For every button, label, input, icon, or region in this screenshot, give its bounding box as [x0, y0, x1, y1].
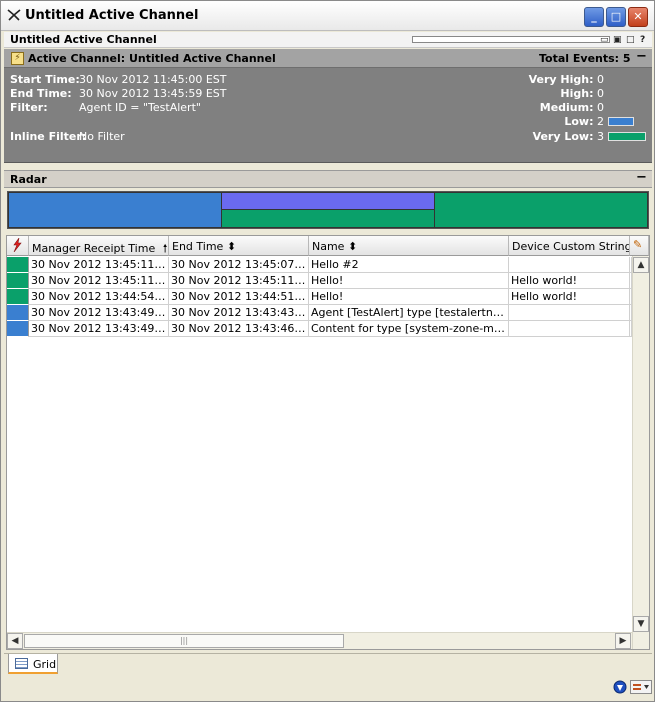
- column-header-device-custom-string1[interactable]: Device Custom String1: [509, 236, 630, 256]
- view-title: Untitled Active Channel: [10, 33, 157, 46]
- severity-very-low: Very Low: 3: [532, 130, 604, 143]
- table-cell-receipt[interactable]: 30 Nov 2012 13:45:11 EST: [29, 257, 169, 273]
- end-time-label: End Time:: [10, 87, 72, 100]
- tab-grid[interactable]: Grid: [8, 654, 58, 674]
- close-button[interactable]: ✕: [628, 7, 648, 27]
- scroll-up-arrow-icon[interactable]: ▲: [633, 257, 649, 273]
- channel-heading: Active Channel: Untitled Active Channel: [28, 52, 276, 65]
- severity-column-header[interactable]: [7, 236, 29, 256]
- severity-very-high: Very High: 0: [528, 73, 604, 86]
- table-cell-receipt[interactable]: 30 Nov 2012 13:44:54 EST: [29, 289, 169, 305]
- scroll-right-arrow-icon[interactable]: ▶: [615, 633, 631, 649]
- table-cell-end[interactable]: 30 Nov 2012 13:43:46 EST: [169, 321, 309, 337]
- severity-indicator[interactable]: [7, 305, 29, 321]
- radar-title: Radar: [10, 173, 47, 186]
- help-icon[interactable]: ?: [640, 35, 645, 45]
- tab-label: Grid: [33, 658, 57, 671]
- filter-label: Filter:: [10, 101, 48, 114]
- table-cell-name[interactable]: Content for type [system-zone-mappi...: [309, 321, 509, 337]
- priority-icon: [11, 237, 23, 255]
- shield-status-icon[interactable]: [613, 680, 627, 694]
- table-cell-end[interactable]: 30 Nov 2012 13:45:07 EST: [169, 257, 309, 273]
- sort-toggle-icon: ⬍: [347, 240, 358, 253]
- severity-indicator[interactable]: [7, 289, 29, 305]
- severity-low: Low: 2: [564, 115, 604, 128]
- minimize-button[interactable]: _: [584, 7, 604, 27]
- scroll-down-arrow-icon[interactable]: ▼: [633, 616, 649, 632]
- table-cell-custom[interactable]: Hello world!: [509, 273, 630, 289]
- table-cell-receipt[interactable]: 30 Nov 2012 13:43:49 EST: [29, 321, 169, 337]
- maximize-button[interactable]: □: [606, 7, 626, 27]
- table-cell-name[interactable]: Hello!: [309, 273, 509, 289]
- channel-summary-panel: ⚡ Active Channel: Untitled Active Channe…: [4, 49, 652, 163]
- column-header-manager-receipt-time[interactable]: Manager Receipt Time 🠕 1: [29, 236, 169, 256]
- start-time-label: Start Time:: [10, 73, 80, 86]
- window-title: Untitled Active Channel: [25, 8, 199, 23]
- maximize-view-icon[interactable]: □: [626, 35, 635, 45]
- close-icon: ✕: [633, 10, 643, 23]
- filter-value: Agent ID = "TestAlert": [79, 101, 201, 114]
- table-cell-name[interactable]: Hello!: [309, 289, 509, 305]
- collapse-summary-button[interactable]: −: [636, 49, 647, 64]
- column-label: End Time: [172, 240, 224, 253]
- minimize-icon: _: [591, 10, 597, 23]
- column-label: Device Custom String1: [512, 240, 630, 253]
- severity-indicator[interactable]: [7, 273, 29, 289]
- horizontal-scrollbar[interactable]: ◀ ||| ▶: [7, 632, 632, 649]
- view-header: Untitled Active Channel ▭ ▣ □ ?: [4, 32, 652, 48]
- table-cell-name[interactable]: Hello #2: [309, 257, 509, 273]
- severity-low-swatch: [608, 117, 634, 126]
- end-time-value: 30 Nov 2012 13:45:59 EST: [79, 87, 227, 100]
- zoom-slider[interactable]: [412, 36, 610, 43]
- severity-indicator[interactable]: [7, 257, 29, 273]
- collapse-radar-button[interactable]: −: [636, 170, 647, 185]
- restore-view-icon[interactable]: ▭: [600, 35, 609, 45]
- active-channel-window: Untitled Active Channel _ □ ✕ Untitled A…: [0, 0, 655, 702]
- scroll-left-arrow-icon[interactable]: ◀: [7, 633, 23, 649]
- maximize-icon: □: [610, 10, 622, 23]
- horizontal-scroll-thumb[interactable]: |||: [24, 634, 344, 648]
- events-grid: Manager Receipt Time 🠕 1 End Time ⬍ Name…: [6, 235, 650, 650]
- radar-segment-mixed-top[interactable]: [221, 192, 435, 210]
- table-cell-end[interactable]: 30 Nov 2012 13:43:43 EST: [169, 305, 309, 321]
- inline-filter-label: Inline Filter:: [10, 130, 87, 143]
- table-cell-receipt[interactable]: 30 Nov 2012 13:45:11 EST: [29, 273, 169, 289]
- start-time-value: 30 Nov 2012 11:45:00 EST: [79, 73, 227, 86]
- channel-icon: ⚡: [11, 52, 24, 65]
- table-cell-end[interactable]: 30 Nov 2012 13:44:51 EST: [169, 289, 309, 305]
- view-options-menu-icon[interactable]: [630, 680, 652, 694]
- table-cell-receipt[interactable]: 30 Nov 2012 13:43:49 EST: [29, 305, 169, 321]
- table-cell-custom[interactable]: [509, 321, 630, 337]
- column-header-name[interactable]: Name ⬍: [309, 236, 509, 256]
- inline-filter-value: No Filter: [79, 130, 125, 143]
- total-events: Total Events: 5: [539, 52, 631, 65]
- view-tab-bar: Grid: [4, 653, 652, 675]
- radar-segment-mixed-bottom[interactable]: [221, 209, 435, 228]
- radar-chart[interactable]: [7, 191, 649, 229]
- table-cell-custom[interactable]: [509, 257, 630, 273]
- column-label: Name: [312, 240, 345, 253]
- table-cell-name[interactable]: Agent [TestAlert] type [testalertng] st.…: [309, 305, 509, 321]
- sort-ascending-icon: 🠕: [162, 242, 168, 255]
- table-cell-custom[interactable]: Hello world!: [509, 289, 630, 305]
- table-cell-end[interactable]: 30 Nov 2012 13:45:11 EST: [169, 273, 309, 289]
- sort-toggle-icon: ⬍: [226, 240, 237, 253]
- radar-segment-low[interactable]: [8, 192, 222, 228]
- radar-segment-very-low[interactable]: [434, 192, 648, 228]
- channel-app-icon: [6, 7, 22, 23]
- title-bar[interactable]: Untitled Active Channel _ □ ✕: [1, 1, 654, 31]
- severity-very-low-swatch: [608, 132, 646, 141]
- table-cell-custom[interactable]: [509, 305, 630, 321]
- grid-icon: [15, 658, 28, 669]
- severity-high: High: 0: [560, 87, 604, 100]
- severity-indicator[interactable]: [7, 321, 29, 337]
- column-header-end-time[interactable]: End Time ⬍: [169, 236, 309, 256]
- vertical-scrollbar[interactable]: ▲ ▼: [632, 256, 649, 649]
- column-label: Manager Receipt Time: [32, 242, 156, 255]
- radar-header: Radar −: [4, 170, 652, 188]
- channel-summary-header: ⚡ Active Channel: Untitled Active Channe…: [4, 49, 652, 68]
- edit-columns-icon[interactable]: ✎: [630, 236, 649, 256]
- minimize-view-icon[interactable]: ▣: [613, 35, 622, 45]
- severity-medium: Medium: 0: [539, 101, 604, 114]
